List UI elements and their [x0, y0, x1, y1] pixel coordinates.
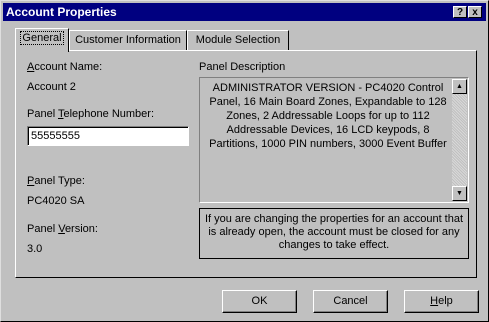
panel-version-value: 3.0: [27, 243, 43, 255]
ok-button[interactable]: OK: [222, 290, 297, 313]
help-title-button[interactable]: ?: [453, 6, 467, 18]
panel-type-label: Panel Type:: [27, 175, 85, 187]
panel-version-label: Panel Version:: [27, 223, 98, 235]
notice-box: If you are changing the properties for a…: [199, 208, 469, 259]
phone-number-label: Panel Telephone Number:: [27, 108, 155, 120]
panel-description-label: Panel Description: [199, 61, 286, 73]
description-scrollbar[interactable]: ▲ ▼: [452, 79, 467, 201]
tab-general[interactable]: General: [15, 28, 69, 52]
panel-description-box[interactable]: ADMINISTRATOR VERSION - PC4020 Control P…: [199, 77, 469, 203]
scroll-down-arrow-icon[interactable]: ▼: [452, 186, 467, 201]
notice-text: If you are changing the properties for a…: [204, 213, 464, 251]
panel-type-value: PC4020 SA: [27, 195, 85, 207]
scroll-up-arrow-icon[interactable]: ▲: [452, 79, 467, 94]
help-button[interactable]: Help: [404, 290, 479, 313]
account-properties-dialog: Account Properties ? x General Customer …: [0, 0, 489, 322]
panel-description-text: ADMINISTRATOR VERSION - PC4020 Control P…: [209, 82, 447, 150]
cancel-button[interactable]: Cancel: [313, 290, 388, 313]
tab-customer-information-label: Customer Information: [75, 34, 181, 46]
account-name-label: Account Name:: [27, 61, 103, 73]
tab-module-selection-label: Module Selection: [195, 34, 281, 46]
phone-number-input[interactable]: 55555555: [27, 126, 189, 146]
window-title: Account Properties: [6, 5, 117, 19]
tab-customer-information[interactable]: Customer Information: [69, 30, 187, 50]
title-bar[interactable]: Account Properties ? x: [3, 3, 486, 21]
close-title-button[interactable]: x: [468, 6, 482, 18]
account-name-value: Account 2: [27, 81, 76, 93]
tab-module-selection[interactable]: Module Selection: [187, 30, 289, 50]
tab-general-label: General: [20, 31, 64, 45]
